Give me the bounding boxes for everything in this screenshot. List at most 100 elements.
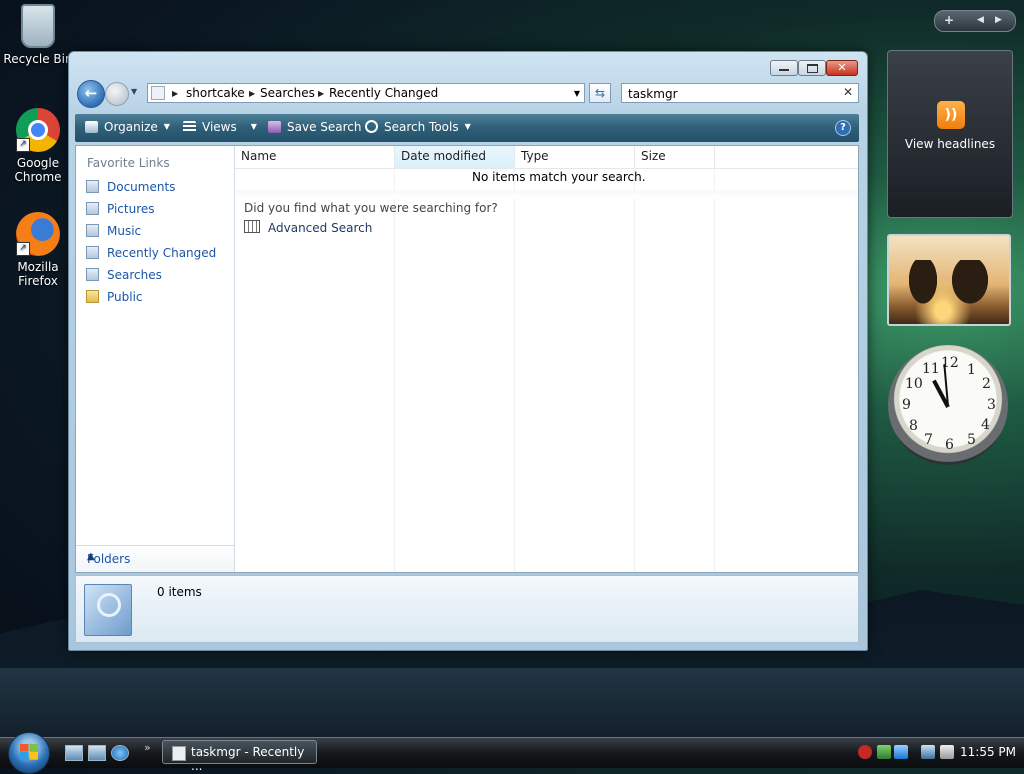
slideshow-gadget[interactable]	[887, 234, 1011, 326]
pictures-icon	[86, 202, 99, 215]
search-tools-label: Search Tools	[384, 120, 459, 134]
clock-number: 1	[967, 362, 976, 378]
breadcrumb-recently-changed[interactable]: Recently Changed	[329, 86, 438, 100]
search-input[interactable]	[626, 86, 840, 102]
advanced-search-link[interactable]: Advanced Search	[244, 220, 372, 235]
column-header-name[interactable]: Name	[235, 146, 395, 168]
clock-number: 10	[905, 376, 923, 392]
sidebar-item-pictures[interactable]: Pictures	[86, 202, 155, 216]
column-header-size[interactable]: Size	[635, 146, 715, 168]
column-divider	[634, 168, 635, 572]
command-bar: Organize ▼ Views ▼ Save Search Search Tool…	[75, 114, 859, 142]
minimize-button[interactable]	[770, 60, 798, 76]
views-label: Views	[202, 120, 237, 134]
wallpaper-water	[0, 668, 1024, 738]
explorer-window: ✕ ← ▼ ▶ shortcake ▶ Searches ▶ Recently …	[68, 51, 868, 651]
clock-number: 8	[909, 418, 918, 434]
sidebar-item-label: Searches	[107, 268, 162, 282]
quick-launch-overflow-icon[interactable]: »	[144, 741, 151, 754]
column-divider	[714, 168, 715, 572]
desktop-icon-recycle-bin[interactable]: Recycle Bin	[3, 4, 73, 66]
help-icon[interactable]: ?	[835, 120, 851, 136]
search-folder-icon	[172, 746, 186, 761]
forward-button[interactable]	[105, 82, 129, 106]
add-gadget-icon[interactable]: +	[944, 13, 954, 27]
refresh-button[interactable]: ⇆	[589, 83, 611, 103]
maximize-button[interactable]	[798, 60, 826, 76]
sidebar-item-label: Public	[107, 290, 143, 304]
taskbar-button-explorer[interactable]: taskmgr - Recently ...	[162, 740, 317, 773]
sidebar-item-music[interactable]: Music	[86, 224, 141, 238]
desktop-icon-mozilla-firefox[interactable]: ↗ Mozilla Firefox	[3, 212, 73, 288]
feed-headlines-gadget[interactable]: )) View headlines	[887, 50, 1013, 218]
item-count: 0 items	[157, 585, 202, 599]
sidebar-item-label: Pictures	[107, 202, 155, 216]
organize-label: Organize	[104, 120, 158, 134]
taskbar: » taskmgr - Recently ... 11:55 PM	[0, 732, 1024, 774]
breadcrumb-shortcake[interactable]: shortcake	[186, 86, 245, 100]
internet-explorer-icon[interactable]	[111, 745, 129, 761]
firefox-icon: ↗	[16, 212, 60, 256]
advanced-search-icon	[244, 220, 260, 233]
tree-silhouette	[947, 260, 993, 310]
security-alert-icon[interactable]	[858, 745, 872, 759]
search-feedback-text: Did you find what you were searching for…	[244, 201, 498, 215]
previous-gadget-icon[interactable]: ◀	[977, 15, 984, 25]
back-button[interactable]: ←	[77, 80, 105, 108]
favorite-links-header: Favorite Links	[87, 156, 170, 170]
switch-windows-icon[interactable]	[88, 745, 106, 761]
column-divider	[514, 168, 515, 572]
desktop-icon-label: Recycle Bin	[3, 52, 73, 66]
chevron-up-icon: ▲	[87, 551, 95, 562]
address-bar[interactable]: ▶ shortcake ▶ Searches ▶ Recently Change…	[147, 83, 585, 103]
sidebar-item-documents[interactable]: Documents	[86, 180, 175, 194]
address-dropdown-icon[interactable]: ▼	[574, 89, 580, 98]
sidebar-item-recently-changed[interactable]: Recently Changed	[86, 246, 216, 260]
result-separator	[235, 190, 858, 198]
views-icon	[183, 121, 196, 133]
file-list: Name Date modified Type Size No items ma…	[235, 146, 858, 572]
navigation-pane: Favorite Links Documents Pictures Music …	[76, 146, 235, 572]
chevron-down-icon: ▼	[464, 122, 471, 131]
shortcut-arrow-icon: ↗	[16, 138, 30, 152]
sidebar-item-label: Recently Changed	[107, 246, 217, 260]
clock-number: 3	[987, 397, 996, 413]
show-desktop-icon[interactable]	[65, 745, 83, 761]
clock-gadget[interactable]: 12 1 2 3 4 5 6 7 8 9 10 11	[888, 345, 1008, 465]
next-gadget-icon[interactable]: ▶	[995, 15, 1002, 25]
clock-time[interactable]: 11:55 PM	[960, 745, 1016, 759]
navigation-bar: ← ▼ ▶ shortcake ▶ Searches ▶ Recently Ch…	[77, 80, 859, 108]
column-header-type[interactable]: Type	[515, 146, 635, 168]
views-button[interactable]: Views ▼	[183, 120, 257, 134]
save-search-button[interactable]: Save Search	[268, 120, 362, 134]
network-icon[interactable]	[921, 745, 935, 759]
clear-search-icon[interactable]: ✕	[843, 85, 853, 99]
desktop-icon-label: Mozilla Firefox	[17, 260, 59, 288]
close-button[interactable]: ✕	[826, 60, 858, 76]
shortcut-arrow-icon: ↗	[16, 242, 30, 256]
folders-toggle[interactable]: Folders ▲	[76, 545, 234, 572]
breadcrumb-separator-icon: ▶	[249, 89, 256, 98]
volume-muted-icon[interactable]	[940, 745, 954, 759]
sidebar-tray-icon[interactable]	[877, 745, 891, 759]
clock-number: 4	[981, 417, 990, 433]
clock-number: 9	[902, 397, 911, 413]
recent-pages-dropdown[interactable]: ▼	[131, 87, 137, 96]
sidebar-item-searches[interactable]: Searches	[86, 268, 162, 282]
taskbar-button-label: taskmgr - Recently ...	[191, 745, 305, 773]
search-box[interactable]: ✕	[621, 83, 859, 103]
organize-button[interactable]: Organize ▼	[85, 120, 170, 134]
advanced-search-label: Advanced Search	[268, 221, 373, 235]
view-headlines-label: View headlines	[904, 137, 996, 151]
breadcrumb-searches[interactable]: Searches	[260, 86, 315, 100]
column-header-date-modified[interactable]: Date modified	[395, 146, 515, 168]
search-tools-button[interactable]: Search Tools ▼	[365, 120, 471, 134]
clock-number: 2	[982, 376, 991, 392]
chrome-icon: ↗	[16, 108, 60, 152]
folder-icon	[86, 290, 99, 303]
desktop-icon-label: Google Chrome	[14, 156, 62, 184]
windows-update-icon[interactable]	[894, 745, 908, 759]
desktop-icon-google-chrome[interactable]: ↗ Google Chrome	[3, 108, 73, 184]
breadcrumb-separator-icon: ▶	[172, 89, 179, 98]
sidebar-item-public[interactable]: Public	[86, 290, 143, 304]
